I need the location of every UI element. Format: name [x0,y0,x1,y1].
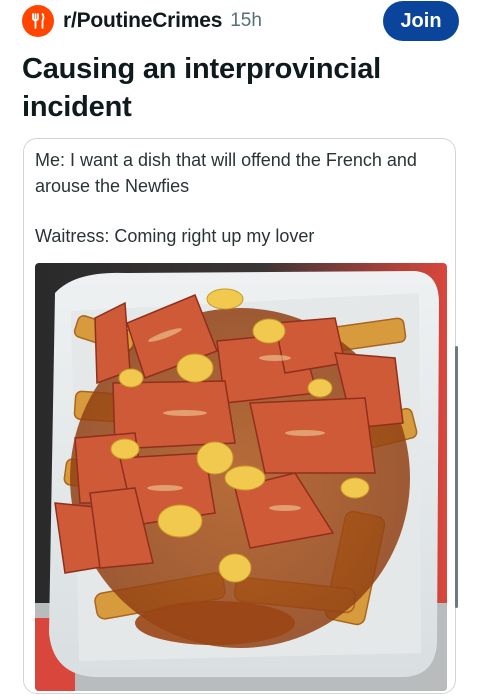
post-time: 15h [230,10,262,31]
post-body-line: Me: I want a dish that will offend the F… [35,150,417,196]
fork-knife-icon [32,13,45,29]
subreddit-name[interactable]: r/PoutineCrimes [63,9,222,33]
poutine-photo [35,263,447,691]
post-body: Me: I want a dish that will offend the F… [35,147,445,249]
scrollbar[interactable] [455,346,458,608]
post-body-line: Waitress: Coming right up my lover [35,226,315,246]
post-card[interactable]: Me: I want a dish that will offend the F… [23,138,456,694]
subreddit-avatar[interactable] [22,5,54,37]
post-image[interactable] [35,263,447,691]
join-button[interactable]: Join [383,1,459,41]
post-header: r/PoutineCrimes 15h Join [22,0,459,42]
post-title[interactable]: Causing an interprovincial incident [22,50,462,126]
